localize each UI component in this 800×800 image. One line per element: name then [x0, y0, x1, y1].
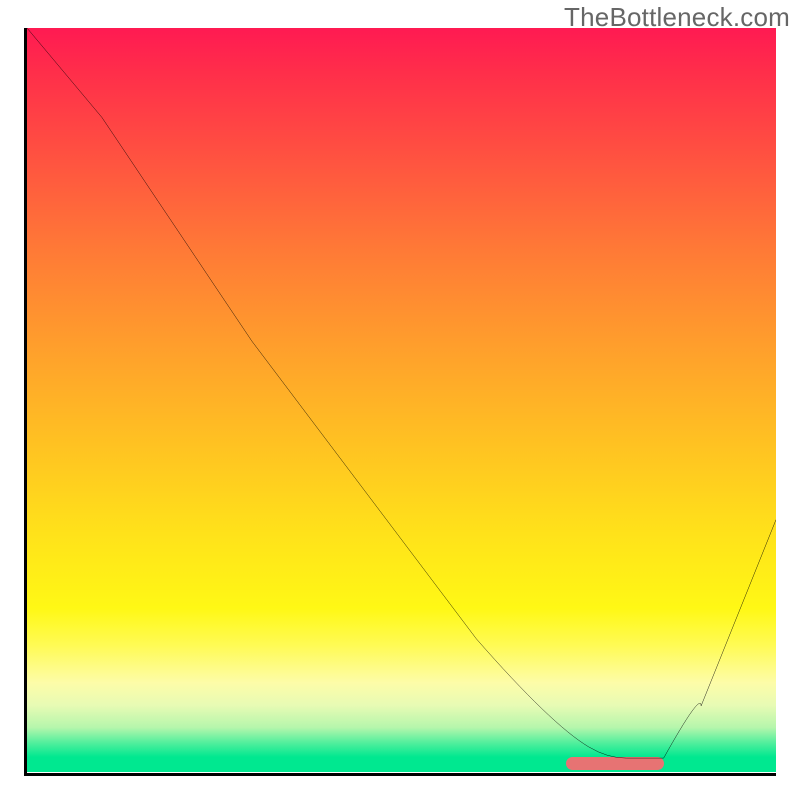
optimal-range-marker — [566, 757, 663, 770]
heat-gradient-background — [27, 28, 776, 772]
plot-area — [24, 28, 776, 776]
watermark-text: TheBottleneck.com — [564, 2, 790, 33]
